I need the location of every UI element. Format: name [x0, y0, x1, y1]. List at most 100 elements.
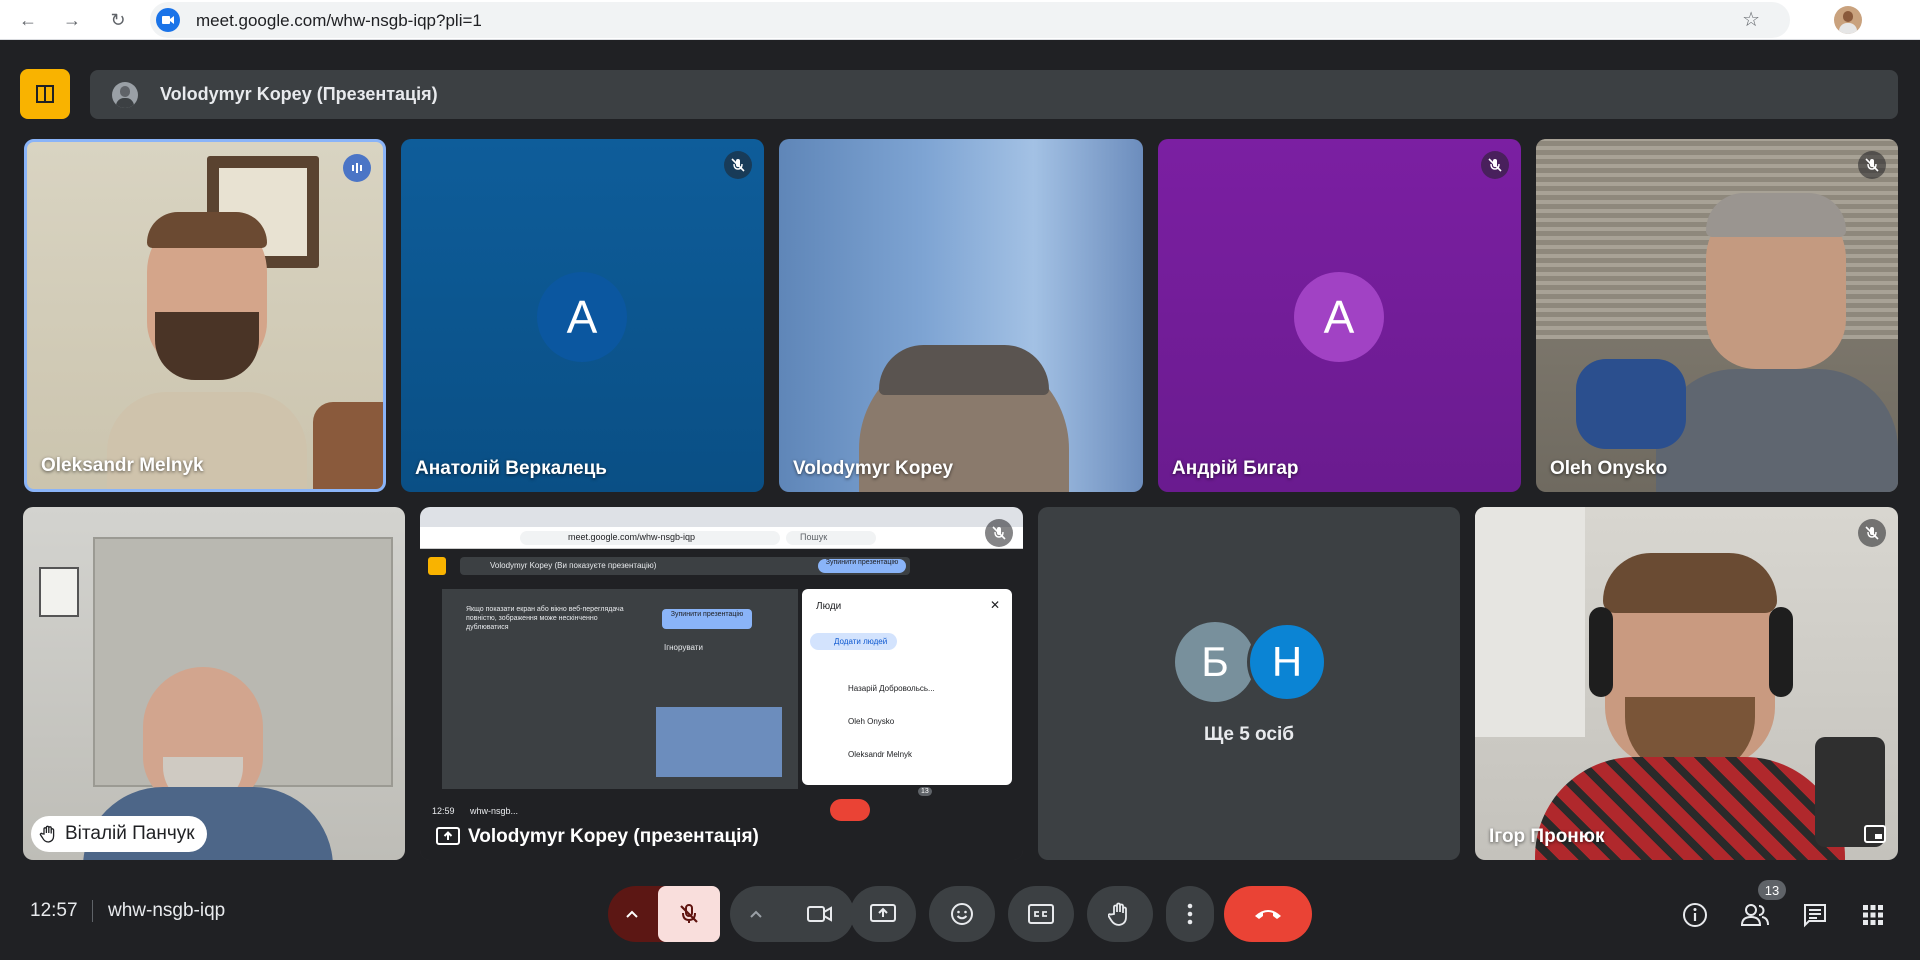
- meeting-time: 12:57: [30, 900, 78, 921]
- presentation-banner[interactable]: Volodymyr Kopey (Презентація): [90, 70, 1898, 119]
- blue-object: [1576, 359, 1686, 449]
- camera-toggle-button[interactable]: [786, 886, 854, 942]
- more-participants-tile[interactable]: Б Н Ще 5 осіб: [1038, 507, 1460, 860]
- pip-icon[interactable]: [1864, 825, 1886, 848]
- shared-banner-title: Volodymyr Kopey (Ви показуєте презентаці…: [490, 561, 657, 570]
- shared-person-2: Oleh Onysko: [848, 717, 895, 726]
- presentation-title: Volodymyr Kopey (Презентація): [160, 84, 438, 104]
- participant-avatar: А: [537, 272, 627, 362]
- participant-avatar: А: [1294, 272, 1384, 362]
- presenter-avatar: [112, 82, 138, 108]
- people-icon[interactable]: [1738, 898, 1772, 932]
- activities-icon[interactable]: [1856, 898, 1890, 932]
- shared-browser-tabs: [420, 507, 1023, 527]
- shared-code: whw-nsgb...: [470, 806, 519, 816]
- participants-count-badge: 13: [1758, 880, 1786, 900]
- profile-avatar[interactable]: [1834, 6, 1862, 34]
- bookmark-star-icon[interactable]: ☆: [1742, 7, 1760, 32]
- back-icon[interactable]: ←: [14, 6, 42, 34]
- chair: [313, 402, 383, 489]
- captions-button[interactable]: [1008, 886, 1074, 942]
- meeting-code: whw-nsgb-iqp: [108, 900, 226, 921]
- raise-hand-button[interactable]: [1087, 886, 1153, 942]
- reload-icon[interactable]: ↻: [104, 6, 132, 34]
- shared-person-3: Oleksandr Melnyk: [848, 750, 913, 759]
- screen-share-name-row: Volodymyr Kopey (презентація): [436, 826, 759, 848]
- shared-ignore: Ігнорувати: [664, 643, 703, 652]
- participant-tile[interactable]: А Андрій Бигар: [1158, 139, 1521, 492]
- mic-off-icon: [1858, 151, 1886, 179]
- shared-url: meet.google.com/whw-nsgb-iqp: [568, 532, 696, 542]
- certificate: [39, 567, 79, 617]
- meet-site-icon: [156, 8, 180, 32]
- mic-off-icon: [724, 151, 752, 179]
- person-hair: [1603, 553, 1777, 613]
- participant-tile[interactable]: Oleh Onysko: [1536, 139, 1898, 492]
- raised-hand-icon: [39, 824, 59, 844]
- participant-tile[interactable]: Volodymyr Kopey: [779, 139, 1143, 492]
- mic-off-icon: [985, 519, 1013, 547]
- chat-icon[interactable]: [1798, 898, 1832, 932]
- participant-name: Андрій Бигар: [1172, 458, 1299, 479]
- participant-name: Віталій Панчук: [65, 823, 195, 844]
- video-settings-chevron-icon[interactable]: [744, 902, 768, 926]
- person-hair: [879, 345, 1049, 395]
- shared-end-call: [830, 799, 870, 821]
- forward-icon[interactable]: →: [58, 6, 86, 34]
- person-hair: [1706, 193, 1846, 237]
- shared-warning-text: Якщо показати екран або вікно веб-перегл…: [466, 606, 624, 631]
- participant-tile[interactable]: Віталій Панчук: [23, 507, 405, 860]
- presentation-icon[interactable]: [20, 69, 70, 119]
- participant-tile[interactable]: А Анатолій Веркалець: [401, 139, 764, 492]
- emoji-reactions-button[interactable]: [929, 886, 995, 942]
- headphones-right: [1769, 607, 1793, 697]
- camera-options-group: [730, 886, 854, 942]
- participant-name: Анатолій Веркалець: [415, 458, 607, 479]
- shared-add-people: Додати людей: [810, 633, 898, 650]
- address-bar[interactable]: meet.google.com/whw-nsgb-iqp?pli=1 ☆: [150, 2, 1790, 38]
- url-text: meet.google.com/whw-nsgb-iqp?pli=1: [196, 11, 482, 30]
- present-screen-button[interactable]: [850, 886, 916, 942]
- browser-toolbar: ← → ↻ meet.google.com/whw-nsgb-iqp?pli=1…: [0, 0, 1920, 40]
- speaking-indicator-icon: [343, 154, 371, 182]
- shared-person-1: Назарій Добровольсь...: [848, 684, 935, 693]
- participant-avatar: Б: [1175, 622, 1255, 702]
- name-chip: Віталій Панчук: [31, 816, 207, 852]
- participant-tile[interactable]: Oleksandr Melnyk: [24, 139, 386, 492]
- shared-meet-area: Volodymyr Kopey (Ви показуєте презентаці…: [420, 549, 1023, 860]
- screen-share-tile[interactable]: meet.google.com/whw-nsgb-iqp Пошук Volod…: [420, 507, 1023, 860]
- participant-avatar: Н: [1247, 622, 1327, 702]
- mic-off-icon: [1481, 151, 1509, 179]
- meeting-details-icon[interactable]: [1678, 898, 1712, 932]
- more-participants-label: Ще 5 осіб: [1204, 724, 1294, 745]
- shared-stop-small: Зупинити презентацію: [662, 609, 752, 629]
- participant-name: Volodymyr Kopey (презентація): [468, 826, 759, 847]
- participant-name: Oleksandr Melnyk: [41, 455, 204, 476]
- present-screen-icon: [436, 827, 460, 847]
- audio-settings-chevron-icon[interactable]: [620, 902, 644, 926]
- headphones: [1589, 607, 1613, 697]
- shared-address-bar: meet.google.com/whw-nsgb-iqp Пошук: [420, 527, 1023, 549]
- mic-off-icon: [1858, 519, 1886, 547]
- participant-name: Ігор Пронюк: [1489, 826, 1605, 847]
- mic-options-group: [608, 886, 720, 942]
- person-shirt: [1656, 369, 1898, 492]
- shared-stop-button: Зупинити презентацію: [818, 559, 906, 573]
- participant-name: Volodymyr Kopey: [793, 458, 954, 479]
- shared-time: 12:59: [432, 806, 455, 816]
- papers: [1475, 507, 1585, 737]
- shared-close-icon: ✕: [989, 598, 1000, 612]
- shared-thumb: [656, 707, 782, 777]
- shared-badge: 13: [918, 787, 932, 796]
- participant-name: Oleh Onysko: [1550, 458, 1668, 479]
- participant-tile[interactable]: Ігор Пронюк: [1475, 507, 1898, 860]
- person-video: [107, 212, 317, 489]
- more-options-button[interactable]: [1166, 886, 1214, 942]
- shared-people-title: Люди: [816, 601, 842, 612]
- shared-search: Пошук: [800, 532, 828, 542]
- shared-people-panel: Люди ✕ Додати людей Назарій Добровольсь.…: [802, 589, 1012, 785]
- leave-call-button[interactable]: [1224, 886, 1312, 942]
- shared-banner: Volodymyr Kopey (Ви показуєте презентаці…: [460, 557, 910, 575]
- shared-present-logo: [428, 557, 446, 575]
- mic-toggle-button[interactable]: [658, 886, 720, 942]
